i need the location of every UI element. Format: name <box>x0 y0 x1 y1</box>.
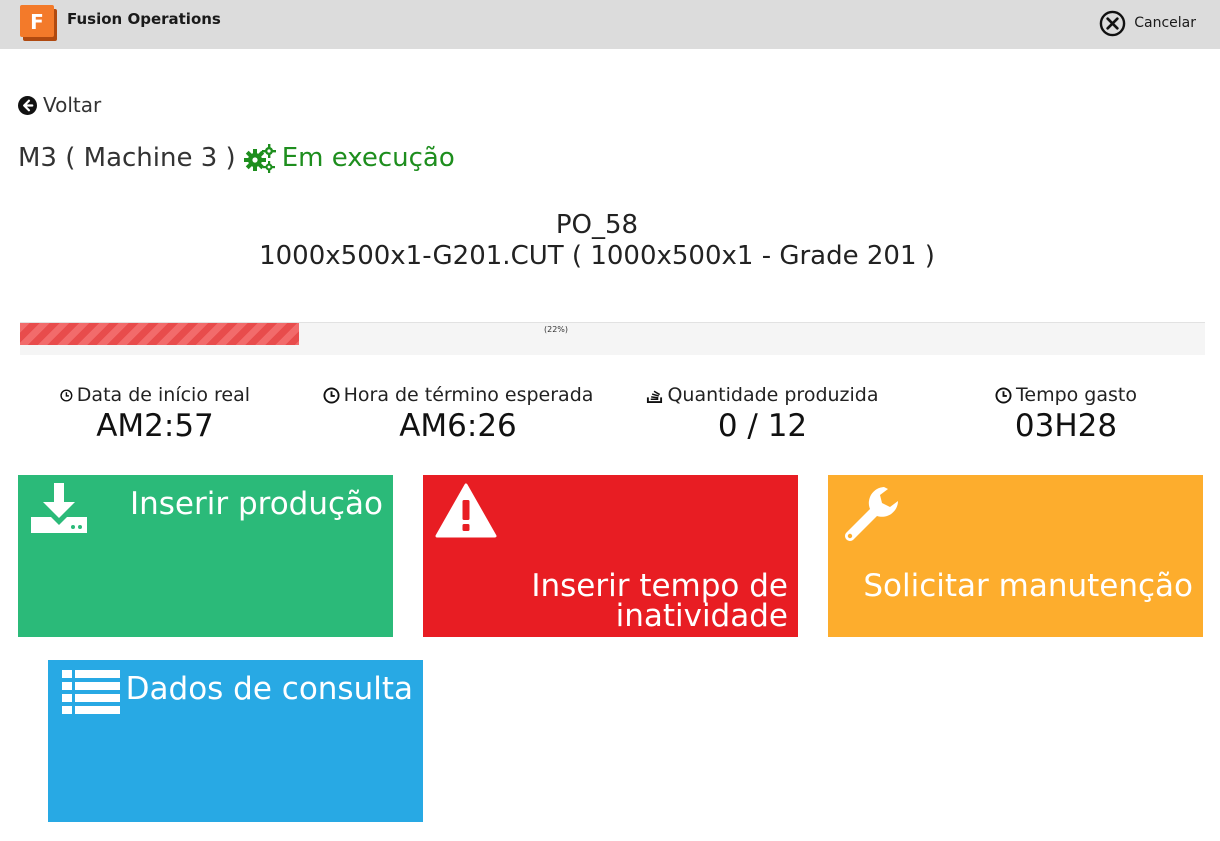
part-description: 1000x500x1-G201.CUT ( 1000x500x1 - Grade… <box>259 241 935 271</box>
request-maintenance-tile[interactable]: Solicitar manutenção <box>828 475 1203 637</box>
stat-value: AM2:57 <box>96 408 214 444</box>
machine-status: Em execução <box>281 143 455 173</box>
close-circle-icon <box>1099 10 1126 36</box>
top-bar: F Fusion Operations Cancelar <box>0 0 1220 49</box>
lookup-data-label: Dados de consulta <box>125 671 413 707</box>
gears-icon <box>243 144 276 173</box>
svg-text:F: F <box>30 10 44 34</box>
list-icon <box>62 670 120 714</box>
stat-label: Data de início real <box>76 384 250 406</box>
back-link[interactable]: Voltar <box>18 93 101 117</box>
insert-production-tile[interactable]: Inserir produção <box>18 475 393 637</box>
insert-downtime-label-line1: Inserir tempo de <box>531 568 788 604</box>
insert-downtime-label: Inserir tempo de inatividade <box>531 568 788 634</box>
stat-quantity-produced: Quantidade produzida 0 / 12 <box>640 384 885 444</box>
cancel-button[interactable]: Cancelar <box>1099 9 1196 37</box>
clock-icon <box>60 388 73 402</box>
fusion-logo-icon: F <box>20 5 57 41</box>
wrench-icon <box>845 487 898 541</box>
request-maintenance-label: Solicitar manutenção <box>863 568 1193 604</box>
machine-heading: M3 ( Machine 3 ) Em execução <box>18 143 455 173</box>
stat-value: AM6:26 <box>399 408 517 444</box>
stat-time-spent: Tempo gasto 03H28 <box>985 384 1147 444</box>
app-title: Fusion Operations <box>67 10 221 28</box>
progress-label: (22%) <box>543 325 569 334</box>
warning-icon <box>435 483 497 538</box>
insert-downtime-label-line2: inatividade <box>615 598 788 634</box>
stat-label: Quantidade produzida <box>667 384 879 406</box>
download-tray-icon <box>31 483 87 533</box>
order-info: PO_58 1000x500x1-G201.CUT ( 1000x500x1 -… <box>0 210 1194 272</box>
stat-expected-end: Hora de término esperada AM6:26 <box>318 384 598 444</box>
cancel-label: Cancelar <box>1134 15 1196 31</box>
clock-icon <box>995 386 1012 404</box>
arrow-left-circle-icon <box>18 95 37 115</box>
lookup-data-tile[interactable]: Dados de consulta <box>48 660 423 822</box>
machine-name: M3 ( Machine 3 ) <box>18 143 236 173</box>
stack-icon <box>647 390 663 403</box>
stat-value: 03H28 <box>1014 408 1118 444</box>
progress-bar: (22%) <box>20 322 1205 355</box>
stat-label: Tempo gasto <box>1016 384 1137 406</box>
insert-production-label: Inserir produção <box>129 486 383 522</box>
stat-value: 0 / 12 <box>717 408 808 444</box>
clock-icon <box>323 386 340 404</box>
back-label: Voltar <box>43 93 102 117</box>
stat-actual-start: Data de início real AM2:57 <box>60 384 250 444</box>
order-number: PO_58 <box>555 210 639 240</box>
stat-label: Hora de término esperada <box>343 384 594 406</box>
insert-downtime-tile[interactable]: Inserir tempo de inatividade <box>423 475 798 637</box>
